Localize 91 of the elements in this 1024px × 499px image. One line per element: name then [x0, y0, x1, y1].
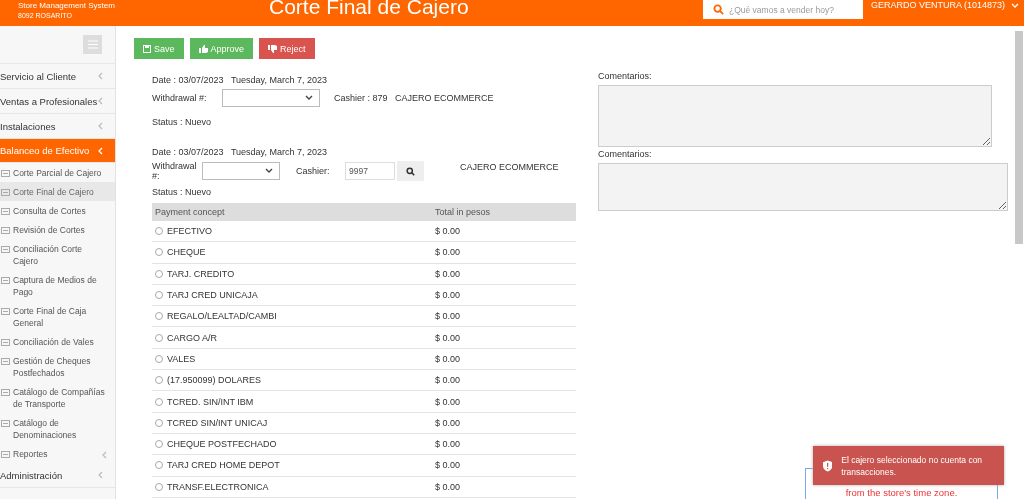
comments-field[interactable]: [598, 85, 992, 147]
chevron-left-icon: [98, 97, 103, 105]
list-icon: [1, 339, 10, 346]
table-cell: CARGO A/R: [167, 332, 217, 343]
search-button[interactable]: [397, 161, 424, 181]
list-icon: [1, 420, 10, 427]
table-cell-text: $ 0.00: [434, 481, 461, 492]
chevron-left-icon: [98, 72, 103, 80]
floppy-icon: [143, 44, 151, 53]
sidebar-subitem[interactable]: Gestión de Cheques Postfechados: [0, 351, 115, 382]
reject-button[interactable]: Reject: [259, 38, 315, 59]
table-cell: CHEQUE POSTFECHADO: [167, 439, 277, 450]
withdrawal-label: Withdrawal #:: [152, 93, 208, 103]
list-icon: [1, 358, 10, 365]
table-cell-text: $ 0.00: [434, 247, 461, 258]
table-cell: REGALO/LEALTAD/CAMBI: [167, 311, 277, 322]
list-icon: [1, 451, 10, 458]
sidebar-subitem[interactable]: Consulta de Cortes: [0, 201, 115, 220]
column-header: Total in pesos: [434, 207, 491, 217]
chevron-down-icon: [305, 95, 313, 101]
sidebar-subitem[interactable]: Revisión de Cortes: [0, 220, 115, 239]
warning-text: from the store's time zone.: [845, 487, 958, 498]
cashier-text: Cashier : 879 CAJERO ECOMMERCE: [334, 93, 494, 103]
sidebar-subitem[interactable]: Catálogo de Compañías de Transporte: [0, 382, 115, 413]
table-cell-text: $ 0.00: [434, 417, 461, 428]
chevron-left-icon: [98, 146, 103, 155]
table-cell: TCRED SIN/INT UNICAJ: [167, 417, 268, 428]
table-cell: VALES: [167, 353, 196, 364]
table-cell: TARJ CRED HOME DEPOT: [167, 460, 280, 471]
table-cell-text: $ 0.00: [434, 439, 461, 450]
toast-message: El cajero seleccionado no cuenta con transacciones.: [841, 453, 984, 478]
search-field[interactable]: ¿Qué vamos a vender hoy?: [703, 0, 863, 19]
chevron-down-icon: [1011, 2, 1020, 9]
table-cell: (17.950099) DOLARES: [167, 375, 262, 386]
table-cell-text: $ 0.00: [434, 311, 461, 322]
sidebar-subitem[interactable]: Corte Final de Cajero: [0, 182, 115, 201]
sidebar-subitem[interactable]: Conciliación Corte Cajero: [0, 239, 115, 270]
cashier-field[interactable]: 9997: [345, 162, 395, 180]
table-cell: CHEQUE: [167, 247, 206, 258]
withdrawal-dropdown[interactable]: [222, 89, 320, 107]
status-text: Status : Nuevo: [152, 117, 212, 127]
thumbs-up-icon: [198, 44, 208, 53]
list-icon: [1, 308, 10, 315]
table-cell: EFECTIVO: [167, 226, 212, 237]
table-cell: TCRED. SIN/INT IBM: [167, 396, 254, 407]
date-text: Date : 03/07/2023 Tuesday, March 7, 2023: [152, 147, 327, 157]
app-name: Store Management System: [18, 1, 116, 11]
thumbs-down-icon: [268, 44, 278, 53]
list-icon: [1, 170, 10, 177]
table-cell-text: $ 0.00: [434, 396, 461, 407]
list-icon: [1, 189, 10, 196]
table-cell-text: $ 0.00: [434, 268, 461, 279]
sidebar-subitem[interactable]: Corte Parcial de Cajero: [0, 163, 115, 182]
status-text: Status : Nuevo: [152, 187, 212, 197]
chevron-left-icon: [98, 471, 103, 479]
list-icon: [1, 277, 10, 284]
shield-alert-icon: [823, 458, 833, 473]
table-cell: TRANSF.ELECTRONICA: [167, 481, 269, 492]
sidebar-subitem[interactable]: Corte Final de Caja General: [0, 301, 115, 332]
menu-icon: [87, 40, 98, 49]
sidebar-subitem[interactable]: Catálogo de Denominaciones: [0, 413, 115, 444]
table-cell-text: $ 0.00: [434, 290, 461, 301]
list-icon: [1, 246, 10, 253]
chevron-left-icon: [98, 122, 103, 130]
column-header: Payment concept: [154, 207, 226, 217]
withdrawal-label: Withdrawal #:: [152, 161, 198, 181]
chevron-left-icon: [102, 451, 107, 459]
list-icon: [1, 208, 10, 215]
sidebar-subitem[interactable]: Reportes: [0, 444, 115, 463]
table-cell-text: $ 0.00: [434, 226, 461, 237]
comments-field[interactable]: [598, 163, 1008, 211]
table-cell-text: $ 0.00: [434, 332, 461, 343]
table-cell: TARJ CRED UNICAJA: [167, 290, 258, 301]
table-cell-text: $ 0.00: [434, 353, 461, 364]
cashier-name: CAJERO ECOMMERCE: [460, 162, 559, 172]
withdrawal-dropdown[interactable]: [202, 162, 280, 180]
date-text: Date : 03/07/2023 Tuesday, March 7, 2023: [152, 75, 327, 85]
list-icon: [1, 227, 10, 234]
chevron-down-icon: [265, 168, 273, 174]
comments-label: Comentarios:: [598, 71, 653, 81]
table-cell-text: $ 0.00: [434, 460, 461, 471]
list-icon: [1, 389, 10, 396]
table-cell-text: $ 0.00: [434, 375, 461, 386]
sidebar-subitem[interactable]: Conciliación de Vales: [0, 332, 115, 351]
cashier-label: Cashier:: [296, 166, 331, 176]
menu-button[interactable]: [83, 35, 102, 54]
comments-label: Comentarios:: [598, 149, 653, 159]
scrollbar[interactable]: [1015, 31, 1023, 244]
sidebar-subitem[interactable]: Captura de Medios de Pago: [0, 270, 115, 301]
search-icon: [406, 166, 415, 176]
table-cell: TARJ. CREDITO: [167, 268, 235, 279]
